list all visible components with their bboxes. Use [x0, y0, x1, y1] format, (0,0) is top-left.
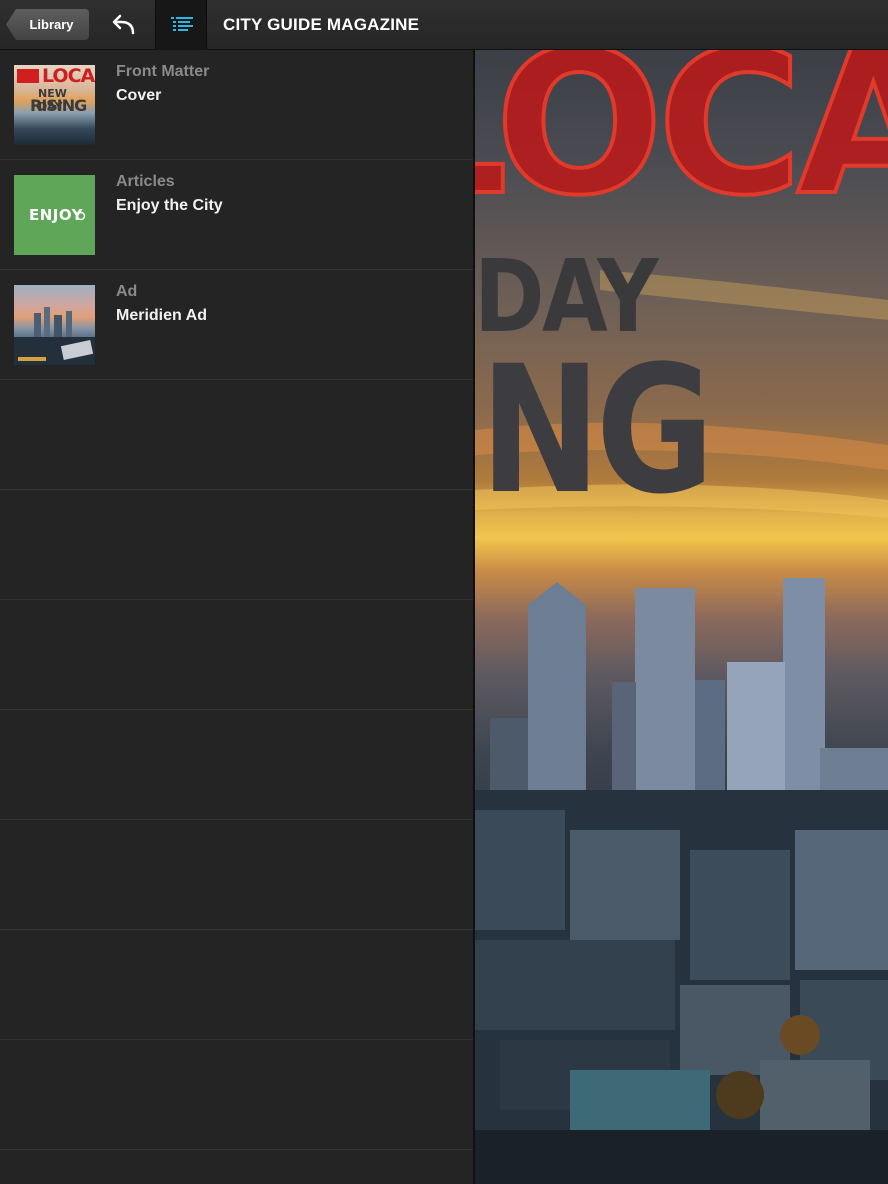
list-icon [171, 17, 193, 31]
toc-section-label: Articles [116, 173, 175, 190]
ad-thumbnail [14, 285, 95, 365]
top-toolbar: Library CITY GUIDE MAGAZINE [0, 0, 888, 50]
toc-empty-row [0, 600, 473, 710]
cover-subheadline-rising: NG [480, 328, 714, 533]
toc-empty-row [0, 710, 473, 820]
enjoy-thumbnail: ENJOY [14, 175, 95, 255]
toc-empty-row [0, 820, 473, 930]
toc-item-title: Meridien Ad [116, 307, 207, 324]
table-of-contents-button[interactable] [155, 0, 207, 50]
toc-empty-row [0, 490, 473, 600]
toc-section-label: Front Matter [116, 63, 210, 80]
table-of-contents-panel: LOCAL NEW DAY RISING Front Matter Cover … [0, 50, 475, 1184]
ad-skyline-image [14, 307, 95, 365]
toc-item-enjoy-the-city[interactable]: ENJOY Articles Enjoy the City [0, 160, 473, 270]
thumbnail-red-block [17, 69, 39, 83]
toc-item-meridien-ad[interactable]: Ad Meridien Ad [0, 270, 473, 380]
thumbnail-headline: LOCAL [42, 65, 95, 87]
thumbnail-enjoy-text: ENJOY [29, 206, 83, 224]
magazine-title: CITY GUIDE MAGAZINE [223, 15, 420, 34]
toc-empty-row [0, 1040, 473, 1150]
toc-empty-row [0, 380, 473, 490]
undo-arrow-icon [112, 14, 135, 35]
location-pin-icon [76, 211, 86, 221]
cover-thumbnail: LOCAL NEW DAY RISING [14, 65, 95, 145]
toc-item-title: Cover [116, 87, 162, 104]
toc-item-title: Enjoy the City [116, 197, 223, 214]
undo-button[interactable] [103, 10, 143, 40]
library-back-button[interactable]: Library [6, 9, 89, 40]
thumbnail-subheadline-2: RISING [30, 96, 87, 115]
toc-empty-row [0, 930, 473, 1040]
toc-item-cover[interactable]: LOCAL NEW DAY RISING Front Matter Cover [0, 50, 473, 160]
toc-section-label: Ad [116, 283, 138, 300]
